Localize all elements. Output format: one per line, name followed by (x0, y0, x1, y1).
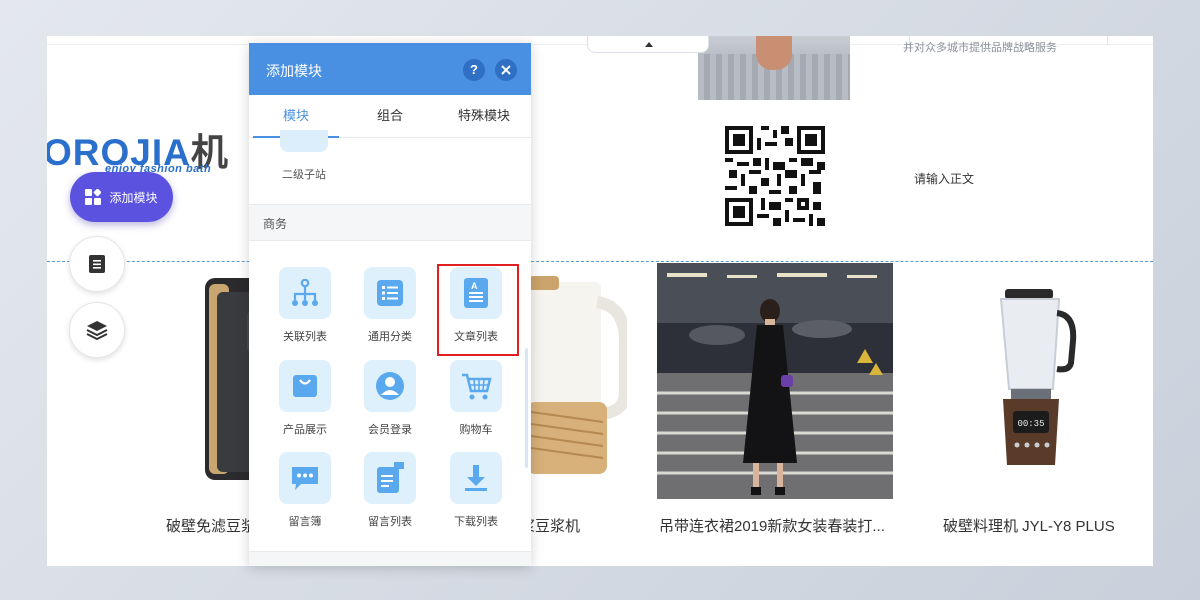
download-icon (450, 452, 502, 504)
close-button[interactable] (495, 59, 517, 81)
panel-title: 添加模块 (266, 63, 322, 79)
svg-text:00:35: 00:35 (1017, 419, 1044, 429)
add-module-panel: 添加模块 ? 模块 组合 特殊模块 二级子站 商务 关联列表 通用分类 A 文章… (249, 43, 531, 566)
module-label: 留言簿 (288, 516, 322, 528)
collapse-toggle[interactable] (587, 36, 709, 53)
qr-code (725, 126, 825, 226)
column-divider (1107, 36, 1108, 46)
module-member-login[interactable]: 会员登录 (350, 360, 430, 450)
layers-icon (86, 321, 108, 340)
product-caption[interactable]: 吊带连衣裙2019新款女装春装打... (659, 515, 885, 536)
module-label: 留言列表 (368, 516, 412, 528)
top-description-text: 并对众多城市提供品牌战略服务 (903, 42, 1057, 54)
selection-highlight (437, 264, 519, 356)
portrait-photo[interactable] (698, 36, 850, 100)
section-header-business: 商务 (249, 204, 531, 241)
panel-header: 添加模块 ? (249, 43, 531, 95)
modules-grid-icon (85, 189, 102, 205)
page-canvas: 并对众多城市提供品牌战略服务 请输入正文 OROJIA机 enjoy fashi (47, 36, 1153, 566)
product-image-dress[interactable] (657, 263, 893, 499)
list-icon (364, 267, 416, 319)
caret-up-icon (645, 42, 653, 47)
module-download-list[interactable]: 下载列表 (436, 452, 516, 542)
module-sub-site[interactable]: 二级子站 (249, 130, 531, 204)
add-module-button[interactable]: 添加模块 (70, 172, 173, 222)
panel-scrollbar[interactable] (525, 348, 528, 468)
bag-icon (279, 360, 331, 412)
module-related-list[interactable]: 关联列表 (265, 267, 345, 357)
tab-combinations[interactable]: 组合 (343, 95, 437, 137)
message-list-icon (364, 452, 416, 504)
product-caption[interactable]: 破壁免滤豆浆 (166, 515, 256, 536)
document-icon (89, 255, 105, 273)
module-guestbook[interactable]: 留言簿 (265, 452, 345, 542)
module-product-display[interactable]: 产品展示 (265, 360, 345, 450)
layers-button[interactable] (69, 302, 125, 358)
module-label: 二级子站 (282, 169, 326, 181)
module-general-category[interactable]: 通用分类 (350, 267, 430, 357)
module-label: 购物车 (459, 424, 493, 436)
body-text-placeholder[interactable]: 请输入正文 (914, 170, 974, 187)
user-icon (364, 360, 416, 412)
next-section-header (249, 551, 531, 566)
section-divider-dashed (47, 261, 1153, 262)
module-label: 产品展示 (283, 424, 327, 436)
product-caption[interactable]: 破壁料理机 JYL-Y8 PLUS (943, 515, 1115, 536)
add-module-label: 添加模块 (109, 190, 158, 205)
module-shopping-cart[interactable]: 购物车 (436, 360, 516, 450)
chat-icon (279, 452, 331, 504)
product-image-blender[interactable]: 00:35 (987, 289, 1077, 469)
product-image-kettle[interactable] (527, 272, 627, 486)
hierarchy-icon (279, 267, 331, 319)
module-message-list[interactable]: 留言列表 (350, 452, 430, 542)
tab-special-modules[interactable]: 特殊模块 (437, 95, 531, 137)
module-label: 通用分类 (368, 331, 412, 343)
page-manager-button[interactable] (69, 236, 125, 292)
help-button[interactable]: ? (463, 59, 485, 81)
close-icon (501, 65, 511, 75)
sub-site-icon (280, 130, 328, 152)
module-label: 会员登录 (368, 424, 412, 436)
module-label: 关联列表 (283, 331, 327, 343)
module-label: 下载列表 (454, 516, 498, 528)
cart-icon (450, 360, 502, 412)
neck-shape (756, 36, 792, 70)
section-label: 商务 (263, 217, 288, 231)
